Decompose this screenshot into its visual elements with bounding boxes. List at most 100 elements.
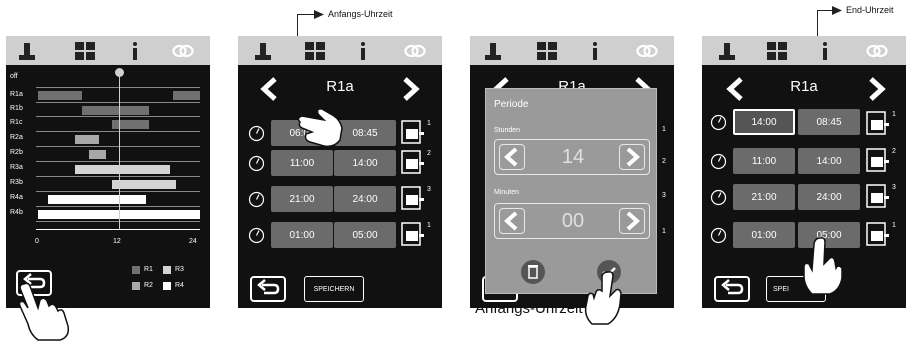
start-time-button[interactable]: 21:00 — [733, 184, 795, 210]
clock-icon — [248, 191, 265, 208]
time-cursor-line[interactable] — [119, 74, 120, 230]
minutes-label: Minuten — [494, 189, 519, 196]
back-icon — [721, 279, 744, 295]
end-time-button[interactable]: 14:00 — [798, 148, 860, 174]
clock-icon — [248, 155, 265, 172]
row-line — [36, 161, 200, 162]
row-label-r1b: R1b — [10, 105, 23, 112]
chevron-left-icon — [503, 211, 518, 231]
program-icon[interactable] — [401, 222, 425, 246]
save-button[interactable]: SPEICHERN — [304, 276, 364, 302]
link-icon[interactable] — [866, 40, 888, 62]
program-number: 2 — [662, 158, 666, 165]
program-number: 1 — [427, 120, 431, 127]
start-time-button[interactable]: 01:00 — [733, 222, 795, 248]
schedule-bar-r1a — [38, 91, 82, 100]
program-icon[interactable] — [401, 120, 425, 144]
time-cursor-handle[interactable] — [115, 68, 124, 77]
callout-arrow-icon — [314, 10, 324, 19]
pointing-hand-icon — [584, 271, 622, 325]
end-time-button[interactable]: 24:00 — [798, 184, 860, 210]
top-toolbar — [238, 36, 442, 65]
x-tick-24: 24 — [189, 238, 197, 245]
hours-decrement-button[interactable] — [499, 144, 525, 170]
start-time-button[interactable]: 21:00 — [271, 186, 333, 212]
row-label-r3a: R3a — [10, 164, 23, 171]
thermometer-icon[interactable] — [482, 40, 504, 62]
chevron-left-icon — [503, 147, 518, 167]
row-label-r3b: R3b — [10, 179, 23, 186]
schedule-overview-screen: off R1a R1b R1c R2a R2b R3a R3b R4a R4b … — [6, 36, 210, 308]
thermometer-icon[interactable] — [252, 40, 274, 62]
program-number: 3 — [892, 184, 896, 191]
row-label-r1c: R1c — [10, 119, 23, 126]
program-icon[interactable] — [866, 222, 890, 246]
hours-value: 14 — [561, 146, 585, 168]
top-toolbar — [702, 36, 906, 65]
grid-icon[interactable] — [536, 40, 558, 62]
end-time-button[interactable]: 24:00 — [334, 186, 396, 212]
start-time-callout-label: Anfangs-Uhrzeit — [328, 9, 393, 19]
program-icon[interactable] — [866, 111, 890, 135]
link-icon[interactable] — [636, 40, 658, 62]
grid-icon[interactable] — [766, 40, 788, 62]
start-time-button[interactable]: 14:00 — [733, 109, 795, 135]
schedule-bar-r1c — [112, 120, 150, 129]
end-time-button[interactable]: 08:45 — [798, 109, 860, 135]
thermometer-icon[interactable] — [716, 40, 738, 62]
grid-icon[interactable] — [304, 40, 326, 62]
clock-icon — [710, 189, 727, 206]
chevron-left-icon[interactable] — [258, 76, 280, 102]
row-line — [36, 116, 200, 117]
clock-icon — [248, 125, 265, 142]
hours-increment-button[interactable] — [619, 144, 645, 170]
clock-icon — [710, 227, 727, 244]
minutes-decrement-button[interactable] — [499, 208, 525, 234]
delete-button[interactable] — [520, 259, 546, 285]
program-number: 1 — [427, 222, 431, 229]
row-label-r1a: R1a — [10, 91, 23, 98]
legend-swatch-r3 — [163, 266, 171, 274]
clock-icon — [710, 153, 727, 170]
pointing-hand-icon — [18, 282, 70, 341]
back-icon — [257, 279, 280, 295]
schedule-bar-r3b — [112, 180, 177, 189]
start-time-button[interactable]: 01:00 — [271, 222, 333, 248]
schedule-chart: off R1a R1b R1c R2a R2b R3a R3b R4a R4b … — [6, 36, 210, 308]
info-icon[interactable] — [584, 40, 606, 62]
schedule-bar-r2a — [75, 135, 99, 144]
program-icon[interactable] — [866, 184, 890, 208]
program-number: 1 — [662, 228, 666, 235]
program-icon[interactable] — [401, 186, 425, 210]
info-icon[interactable] — [352, 40, 374, 62]
chevron-right-icon — [626, 211, 641, 231]
chevron-right-icon[interactable] — [400, 76, 422, 102]
x-tick-12: 12 — [113, 238, 121, 245]
back-button[interactable] — [714, 276, 750, 302]
row-line — [36, 206, 200, 207]
end-time-button[interactable]: 14:00 — [334, 150, 396, 176]
schedule-bar-r2b — [88, 150, 106, 159]
start-time-button[interactable]: 11:00 — [733, 148, 795, 174]
schedule-bar-r3a — [75, 165, 170, 174]
end-time-button[interactable]: 05:00 — [334, 222, 396, 248]
link-icon[interactable] — [404, 40, 426, 62]
schedule-bar-r1a — [173, 91, 200, 100]
row-label-r4a: R4a — [10, 194, 23, 201]
back-button[interactable] — [250, 276, 286, 302]
program-icon[interactable] — [866, 148, 890, 172]
schedule-bar-r4a — [48, 195, 146, 204]
row-label-r4b: R4b — [10, 209, 23, 216]
minutes-increment-button[interactable] — [619, 208, 645, 234]
trash-icon — [521, 260, 545, 284]
program-number: 2 — [427, 150, 431, 157]
row-line — [36, 102, 200, 103]
period-dialog: Periode Stunden 14 Minuten 00 — [485, 88, 657, 294]
chevron-left-icon[interactable] — [724, 76, 746, 102]
row-line — [36, 191, 200, 192]
chevron-right-icon[interactable] — [866, 76, 888, 102]
info-icon[interactable] — [814, 40, 836, 62]
program-icon[interactable] — [401, 150, 425, 174]
zone-title: R1a — [790, 78, 818, 95]
start-time-button[interactable]: 11:00 — [271, 150, 333, 176]
